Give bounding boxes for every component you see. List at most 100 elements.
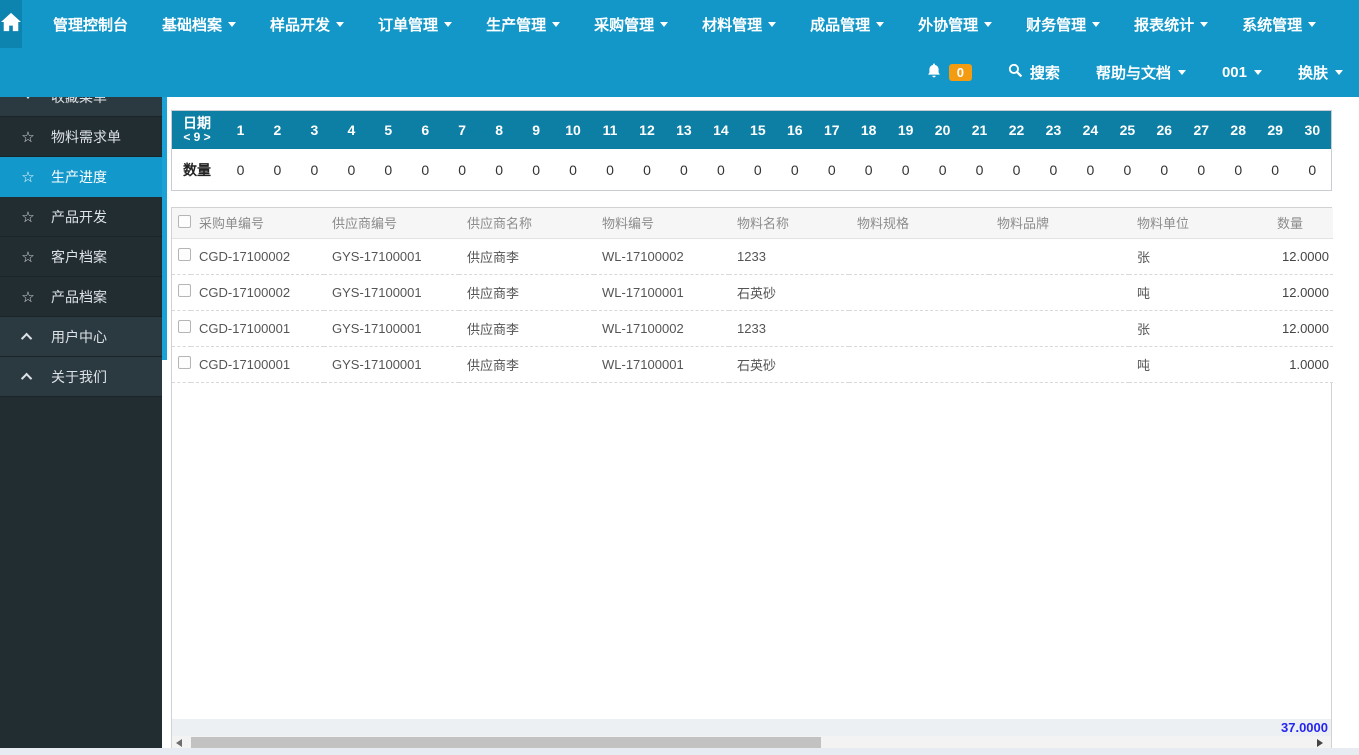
notifications-button[interactable]: 0 bbox=[926, 62, 972, 83]
user-menu[interactable]: 001 bbox=[1222, 64, 1262, 81]
nav-item-label: 材料管理 bbox=[702, 16, 763, 34]
date-day-cell: 11 bbox=[591, 111, 629, 149]
date-qty-cell: 0 bbox=[776, 149, 814, 190]
table-cell: 供应商李 bbox=[459, 274, 594, 311]
sidebar-item[interactable]: 用户中心 bbox=[0, 317, 162, 357]
help-menu[interactable]: 帮助与文档 bbox=[1096, 62, 1186, 83]
row-checkbox-cell bbox=[172, 310, 191, 347]
nav-item-label: 管理控制台 bbox=[53, 16, 129, 34]
date-day-cell: 24 bbox=[1071, 111, 1109, 149]
date-day-cell: 20 bbox=[924, 111, 962, 149]
date-day-cell: 28 bbox=[1219, 111, 1257, 149]
home-button[interactable] bbox=[0, 0, 22, 48]
row-checkbox[interactable] bbox=[178, 356, 191, 369]
skin-menu[interactable]: 换肤 bbox=[1298, 62, 1343, 83]
star-icon: ☆ bbox=[21, 288, 35, 306]
date-day-cell: 12 bbox=[628, 111, 666, 149]
table-cell bbox=[849, 238, 989, 275]
table-cell bbox=[849, 310, 989, 347]
date-qty-cell: 0 bbox=[628, 149, 666, 190]
table-cell: 张 bbox=[1129, 238, 1239, 275]
caret-down-icon bbox=[660, 21, 669, 27]
date-day-cell: 23 bbox=[1034, 111, 1072, 149]
date-qty-cell: 0 bbox=[813, 149, 851, 190]
nav-item[interactable]: 订单管理 bbox=[361, 0, 469, 48]
table-cell: CGD-17100001 bbox=[191, 346, 324, 383]
date-day-cell: 2 bbox=[258, 111, 296, 149]
date-day-cell: 18 bbox=[850, 111, 888, 149]
orders-table: 采购单编号 供应商编号 供应商名称 物料编号 物料名称 物料规格 物料品牌 物料单位 数量 CG… bbox=[172, 208, 1333, 383]
row-checkbox-cell bbox=[172, 274, 191, 311]
table-body: CGD-17100002 GYS-17100001 供应商李 WL-17100002 1… bbox=[172, 238, 1333, 383]
nav-item-label: 生产管理 bbox=[486, 16, 547, 34]
table-row[interactable]: CGD-17100002 GYS-17100001 供应商李 WL-17100002 1… bbox=[172, 238, 1333, 275]
date-day-cell: 29 bbox=[1256, 111, 1294, 149]
sidebar-item[interactable]: ☆ 客户档案 bbox=[0, 237, 162, 277]
caret-down-icon bbox=[552, 21, 561, 27]
select-all-checkbox[interactable] bbox=[178, 214, 191, 228]
date-qty-cell: 0 bbox=[369, 149, 407, 190]
scroll-right-arrow-icon[interactable] bbox=[1317, 739, 1323, 747]
sidebar-item[interactable]: 关于我们 bbox=[0, 357, 162, 397]
date-qty-cell: 0 bbox=[1108, 149, 1146, 190]
sidebar-item[interactable]: ☆ 产品档案 bbox=[0, 277, 162, 317]
nav-item[interactable]: 材料管理 bbox=[685, 0, 793, 48]
table-empty-area bbox=[172, 383, 1331, 720]
orders-table-panel: 采购单编号 供应商编号 供应商名称 物料编号 物料名称 物料规格 物料品牌 物料单位 数量 CG… bbox=[171, 207, 1333, 750]
date-label: 日期 bbox=[183, 115, 211, 132]
nav-item[interactable]: 系统管理 bbox=[1225, 0, 1333, 48]
date-pager[interactable]: < 9 > bbox=[172, 130, 222, 145]
date-table: 日期 < 9 > 1 2 3 4 5 6 7 8 9 10 11 12 13 14 15 16 17 18 19 20… bbox=[172, 111, 1331, 190]
nav-item[interactable]: 样品开发 bbox=[253, 0, 361, 48]
star-icon: ☆ bbox=[21, 128, 35, 146]
table-cell: GYS-17100001 bbox=[324, 346, 459, 383]
date-label-cell: 日期 < 9 > bbox=[172, 111, 222, 149]
sidebar-scrollbar-thumb[interactable] bbox=[162, 97, 167, 360]
table-cell: 石英砂 bbox=[729, 346, 849, 383]
scrollbar-thumb[interactable] bbox=[191, 737, 821, 748]
scroll-left-arrow-icon[interactable] bbox=[176, 739, 182, 747]
table-cell bbox=[989, 238, 1129, 275]
date-day-cell: 7 bbox=[443, 111, 481, 149]
date-qty-cell: 0 bbox=[1256, 149, 1294, 190]
nav-item[interactable]: 成品管理 bbox=[793, 0, 901, 48]
nav-item-label: 订单管理 bbox=[378, 16, 439, 34]
chevron-up-shape bbox=[20, 332, 33, 344]
nav-item[interactable]: 采购管理 bbox=[577, 0, 685, 48]
nav-items: 管理控制台 基础档案 样品开发 订单管理 生产管理 采购管理 材料管理 成品管理 外协管理 财务管… bbox=[36, 0, 1333, 48]
row-checkbox[interactable] bbox=[178, 320, 191, 333]
sidebar-item[interactable]: ☆ 产品开发 bbox=[0, 197, 162, 237]
sidebar-item[interactable]: 收藏菜单 bbox=[0, 97, 162, 117]
nav-item[interactable]: 生产管理 bbox=[469, 0, 577, 48]
nav-item[interactable]: 基础档案 bbox=[145, 0, 253, 48]
total-quantity: 37.0000 bbox=[1281, 720, 1328, 735]
sidebar-item[interactable]: ☆ 生产进度 bbox=[0, 157, 162, 197]
table-cell: WL-17100001 bbox=[594, 274, 729, 311]
nav-item[interactable]: 财务管理 bbox=[1009, 0, 1117, 48]
row-checkbox[interactable] bbox=[178, 248, 191, 261]
date-qty-cell: 0 bbox=[998, 149, 1035, 190]
chevron-up-icon bbox=[20, 332, 36, 344]
date-strip-panel: 日期 < 9 > 1 2 3 4 5 6 7 8 9 10 11 12 13 14 15 16 17 18 19 20… bbox=[171, 110, 1332, 191]
date-qty-cell: 0 bbox=[517, 149, 555, 190]
date-qty-cell: 0 bbox=[739, 149, 777, 190]
date-qty-cell: 0 bbox=[887, 149, 925, 190]
table-row[interactable]: CGD-17100001 GYS-17100001 供应商李 WL-17100002 1… bbox=[172, 310, 1333, 347]
date-qty-cell: 0 bbox=[258, 149, 296, 190]
date-day-cell: 4 bbox=[332, 111, 370, 149]
caret-down-icon bbox=[984, 21, 993, 27]
main-nav-row: 管理控制台 基础档案 样品开发 订单管理 生产管理 采购管理 材料管理 成品管理 外协管理 财务管… bbox=[0, 0, 1359, 48]
nav-item[interactable]: 报表统计 bbox=[1117, 0, 1225, 48]
caret-down-icon bbox=[1308, 21, 1317, 27]
nav-item[interactable]: 外协管理 bbox=[901, 0, 1009, 48]
table-cell: WL-17100002 bbox=[594, 310, 729, 347]
search-button[interactable]: 搜索 bbox=[1008, 62, 1060, 83]
table-row[interactable]: CGD-17100002 GYS-17100001 供应商李 WL-17100001 石… bbox=[172, 274, 1333, 311]
table-row[interactable]: CGD-17100001 GYS-17100001 供应商李 WL-17100001 石… bbox=[172, 346, 1333, 383]
date-day-cell: 6 bbox=[406, 111, 444, 149]
select-all-cell bbox=[172, 208, 191, 239]
nav-item[interactable]: 管理控制台 bbox=[36, 0, 145, 48]
table-cell: GYS-17100001 bbox=[324, 310, 459, 347]
row-checkbox[interactable] bbox=[178, 284, 191, 297]
sidebar-item[interactable]: ☆ 物料需求单 bbox=[0, 117, 162, 157]
